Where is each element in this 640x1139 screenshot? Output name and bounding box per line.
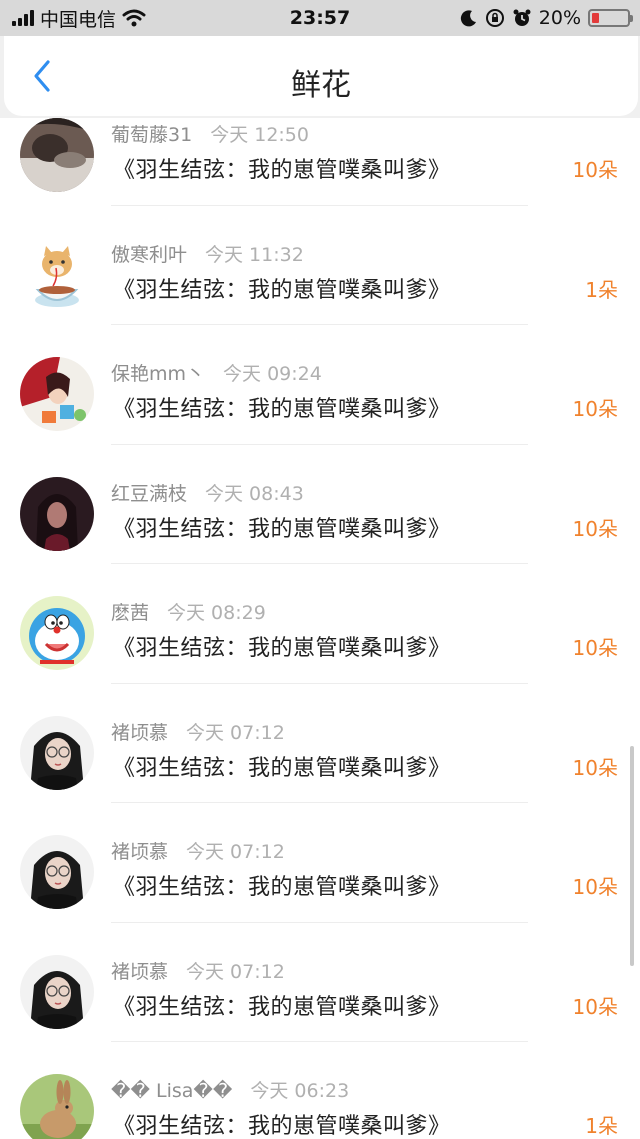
flower-count: 10朵: [572, 397, 618, 421]
avatar[interactable]: [20, 715, 94, 790]
list-item[interactable]: 傲寒利叶 今天 11:32 《羽生结弦：我的崽管噗桑叫爹》 1朵: [0, 206, 640, 325]
flower-count: 10朵: [572, 158, 618, 182]
user-name[interactable]: 褚顷慕: [111, 841, 168, 863]
item-meta: 褚顷慕 今天 07:12: [111, 957, 285, 984]
timestamp: 今天 08:43: [205, 482, 304, 505]
item-meta: 保艳mm丶 今天 09:24: [111, 359, 322, 386]
user-name[interactable]: 麽茜: [111, 602, 149, 624]
avatar[interactable]: [20, 1074, 94, 1139]
book-title[interactable]: 《羽生结弦：我的崽管噗桑叫爹》: [113, 272, 451, 304]
timestamp: 今天 11:32: [205, 243, 304, 266]
user-name[interactable]: 葡萄藤31: [111, 124, 192, 146]
orientation-lock-icon: [485, 9, 504, 27]
item-meta: 麽茜 今天 08:29: [111, 598, 266, 625]
user-name[interactable]: 保艳mm丶: [111, 363, 205, 385]
avatar[interactable]: [20, 954, 94, 1029]
page-title: 鲜花: [291, 68, 351, 103]
item-meta: 褚顷慕 今天 07:12: [111, 718, 285, 745]
flower-list[interactable]: 葡萄藤31 今天 12:50 《羽生结弦：我的崽管噗桑叫爹》 10朵 傲寒利叶 今天 11…: [0, 118, 640, 1139]
flower-count: 10朵: [572, 636, 618, 660]
flower-count: 10朵: [572, 875, 618, 899]
scrollbar[interactable]: [630, 746, 634, 966]
list-item[interactable]: 葡萄藤31 今天 12:50 《羽生结弦：我的崽管噗桑叫爹》 10朵: [0, 118, 640, 206]
list-item[interactable]: 褚顷慕 今天 07:12 《羽生结弦：我的崽管噗桑叫爹》 10朵: [0, 923, 640, 1042]
item-meta: 葡萄藤31 今天 12:50: [111, 120, 309, 147]
flower-count: 10朵: [572, 994, 618, 1019]
item-meta: 傲寒利叶 今天 11:32: [111, 240, 304, 267]
user-name[interactable]: 傲寒利叶: [111, 244, 187, 266]
list-item[interactable]: 麽茜 今天 08:29 《羽生结弦：我的崽管噗桑叫爹》 10朵: [0, 564, 640, 684]
book-title[interactable]: 《羽生结弦：我的崽管噗桑叫爹》: [113, 989, 451, 1021]
alarm-icon: [513, 9, 531, 26]
item-meta: �� Lisa�� 今天 06:23: [111, 1076, 349, 1103]
list-item[interactable]: 褚顷慕 今天 07:12 《羽生结弦：我的崽管噗桑叫爹》 10朵: [0, 803, 640, 923]
book-title[interactable]: 《羽生结弦：我的崽管噗桑叫爹》: [113, 750, 451, 782]
item-meta: 褚顷慕 今天 07:12: [111, 837, 285, 864]
book-title[interactable]: 《羽生结弦：我的崽管噗桑叫爹》: [113, 511, 451, 543]
timestamp: 今天 08:29: [167, 602, 266, 624]
avatar[interactable]: [20, 357, 94, 431]
timestamp: 今天 12:50: [210, 124, 309, 146]
book-title[interactable]: 《羽生结弦：我的崽管噗桑叫爹》: [113, 869, 451, 901]
list-item[interactable]: 红豆满枝 今天 08:43 《羽生结弦：我的崽管噗桑叫爹》 10朵: [0, 445, 640, 564]
timestamp: 今天 06:23: [250, 1080, 350, 1102]
battery-percent: 20%: [538, 7, 581, 29]
book-title[interactable]: 《羽生结弦：我的崽管噗桑叫爹》: [113, 630, 451, 662]
user-name[interactable]: 红豆满枝: [111, 483, 187, 505]
flower-count: 10朵: [572, 755, 618, 780]
timestamp: 今天 07:12: [186, 721, 285, 744]
avatar[interactable]: [20, 237, 94, 312]
moon-icon: [460, 10, 476, 27]
nav-header: 鲜花: [4, 36, 638, 116]
avatar[interactable]: [20, 476, 94, 551]
book-title[interactable]: 《羽生结弦：我的崽管噗桑叫爹》: [113, 152, 451, 184]
avatar[interactable]: [20, 596, 94, 670]
user-name[interactable]: 褚顷慕: [111, 722, 168, 744]
battery-icon: [588, 9, 633, 27]
battery-level: [592, 13, 599, 23]
list-item[interactable]: 褚顷慕 今天 07:12 《羽生结弦：我的崽管噗桑叫爹》 10朵: [0, 684, 640, 803]
flower-count: 1朵: [585, 1114, 618, 1138]
timestamp: 今天 07:12: [186, 841, 285, 863]
status-right: 20%: [460, 0, 633, 36]
flower-count: 1朵: [585, 277, 618, 302]
timestamp: 今天 07:12: [186, 960, 285, 983]
book-title[interactable]: 《羽生结弦：我的崽管噗桑叫爹》: [113, 391, 451, 423]
status-bar: 中国电信 23:57 20%: [0, 0, 640, 36]
timestamp: 今天 09:24: [223, 363, 322, 385]
book-title[interactable]: 《羽生结弦：我的崽管噗桑叫爹》: [113, 1108, 451, 1139]
avatar[interactable]: [20, 835, 94, 909]
list-item[interactable]: �� Lisa�� 今天 06:23 《羽生结弦：我的崽管噗桑叫爹》 1朵: [0, 1042, 640, 1139]
avatar[interactable]: [20, 118, 94, 192]
user-name[interactable]: 褚顷慕: [111, 961, 168, 983]
user-name[interactable]: �� Lisa��: [111, 1080, 232, 1102]
flower-count: 10朵: [572, 516, 618, 541]
item-meta: 红豆满枝 今天 08:43: [111, 479, 304, 506]
list-item[interactable]: 保艳mm丶 今天 09:24 《羽生结弦：我的崽管噗桑叫爹》 10朵: [0, 325, 640, 445]
